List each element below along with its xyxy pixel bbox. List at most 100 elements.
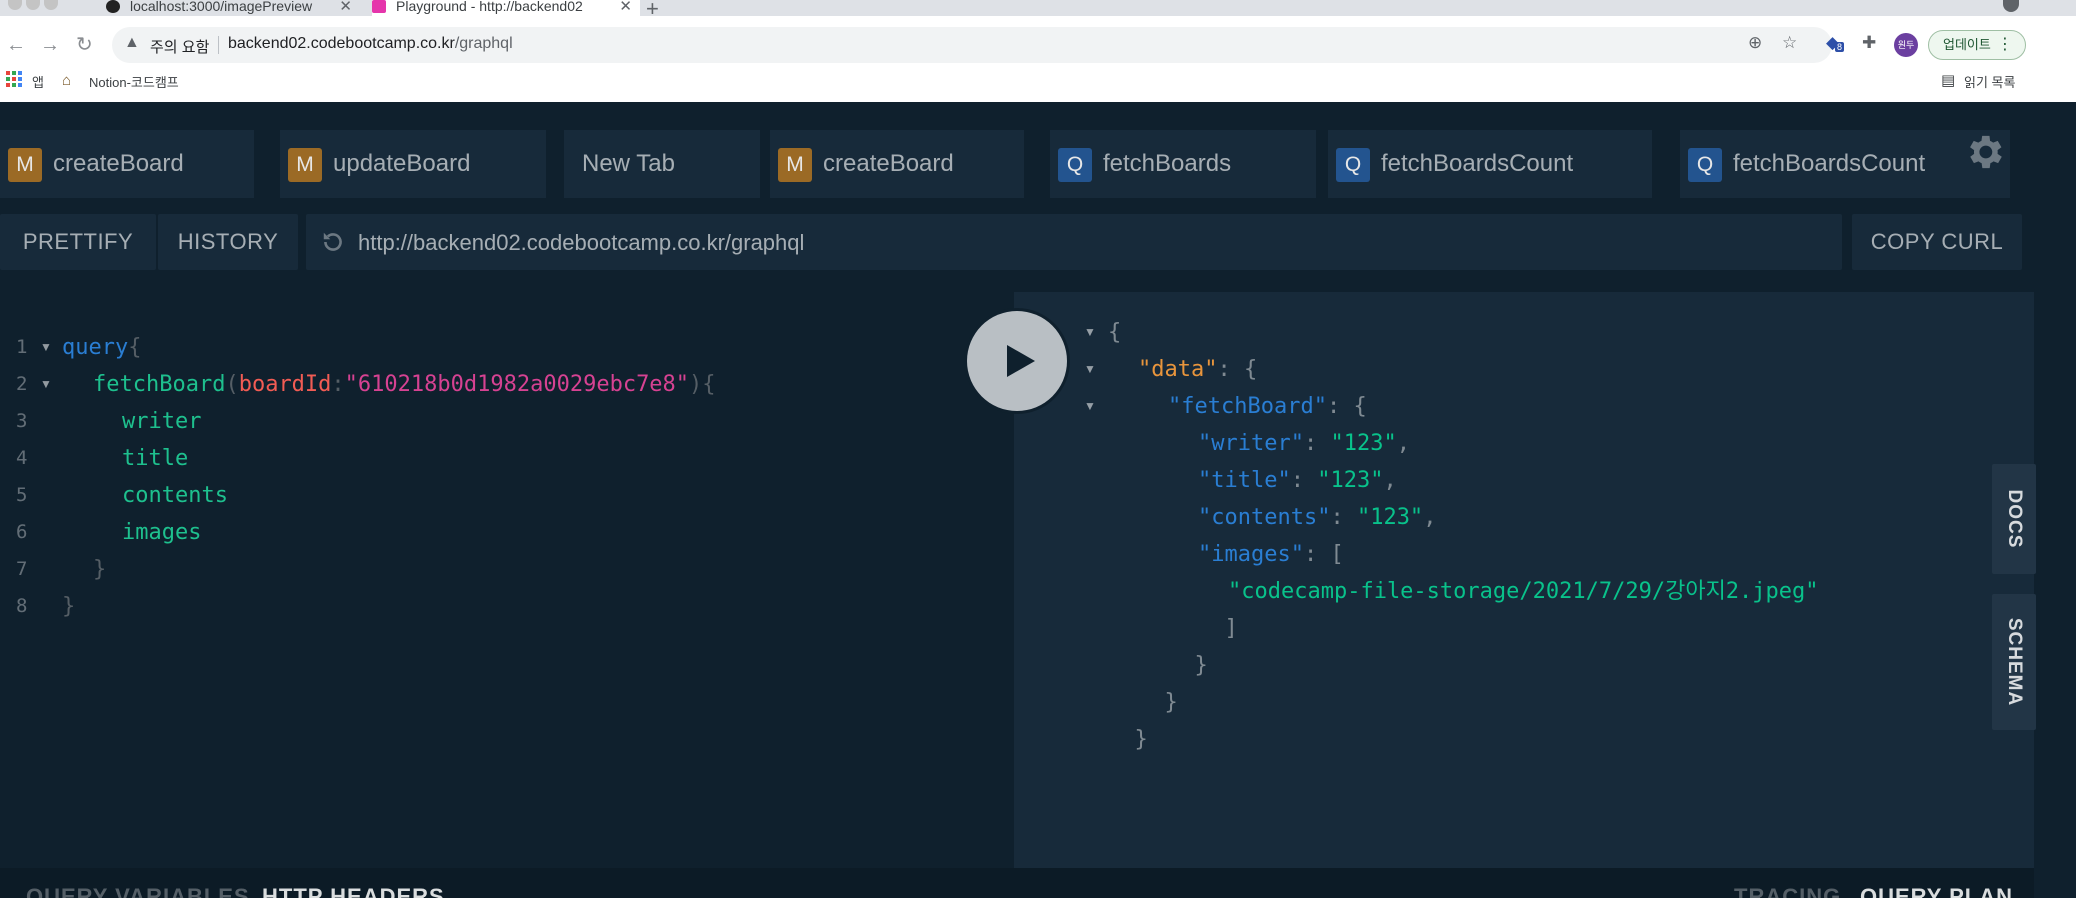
- apps-grid-icon[interactable]: [6, 71, 22, 87]
- playground-tab-label: updateBoard: [333, 150, 471, 177]
- json-line: "data": {: [1138, 357, 1258, 382]
- browser-tab-image-preview[interactable]: localhost:3000/imagePreview ✕: [106, 0, 360, 16]
- playground-tab[interactable]: Q fetchBoardsCount: [1328, 130, 1652, 198]
- code-line: fetchBoard(boardId:"610218b0d1982a0029eb…: [93, 372, 716, 397]
- line-number: 3: [16, 410, 28, 432]
- extension-stack-icon[interactable]: ◆ 8: [1826, 33, 1845, 53]
- schema-side-tab[interactable]: SCHEMA: [1992, 594, 2036, 730]
- window-minimize-control[interactable]: [26, 0, 40, 10]
- bookmark-notion[interactable]: Notion-코드캠프: [89, 72, 179, 91]
- line-number: 1: [16, 336, 28, 358]
- json-value: "123": [1356, 505, 1424, 530]
- code-line: query{: [62, 335, 142, 360]
- profile-avatar[interactable]: 원두: [1894, 33, 1918, 57]
- tab-search-icon[interactable]: [2003, 0, 2019, 12]
- json-line: "writer": "123",: [1198, 431, 1410, 456]
- result-viewer: ▼ ▼ ▼ { "data": { "fetchBoard": { "write…: [1014, 292, 2034, 868]
- json-bracket: ]: [1198, 616, 1238, 641]
- window-zoom-control[interactable]: [44, 0, 58, 10]
- copy-curl-button[interactable]: COPY CURL: [1852, 214, 2022, 270]
- docs-side-tab[interactable]: DOCS: [1992, 464, 2036, 574]
- docs-label: DOCS: [2004, 489, 2025, 549]
- forward-arrow-icon[interactable]: →: [40, 26, 60, 64]
- playground-tab-label: fetchBoards: [1103, 150, 1232, 177]
- playground-tab[interactable]: New Tab: [564, 130, 760, 198]
- fold-arrow-icon[interactable]: ▼: [1084, 388, 1096, 425]
- update-button[interactable]: 업데이트 ⋮: [1928, 30, 2026, 60]
- query-field: contents: [122, 483, 228, 508]
- playground-tab[interactable]: Q fetchBoardsCount: [1680, 130, 2010, 198]
- operation-name: fetchBoard: [93, 372, 226, 397]
- warning-triangle-icon[interactable]: ▲: [124, 34, 140, 52]
- graphql-favicon-icon: [372, 0, 386, 13]
- navigation-bar: ← → ↻ ▲ 주의 요함 backend02.codebootcamp.co.…: [0, 26, 2076, 64]
- query-badge: Q: [1336, 148, 1370, 182]
- bookmark-apps[interactable]: 앱: [32, 72, 44, 91]
- new-tab-button[interactable]: +: [646, 0, 659, 22]
- playground-tab[interactable]: Q fetchBoards: [1050, 130, 1316, 198]
- playground-tab-label: fetchBoardsCount: [1381, 150, 1574, 177]
- playground-tab[interactable]: M createBoard: [770, 130, 1024, 198]
- update-button-label: 업데이트: [1943, 37, 1991, 52]
- bookmarks-bar: 앱 ⌂ Notion-코드캠프 ▤ 읽기 목록: [0, 68, 2076, 94]
- code-line: }: [93, 557, 107, 582]
- mutation-badge: M: [778, 148, 812, 182]
- fold-arrow-icon[interactable]: ▼: [40, 329, 52, 366]
- endpoint-url[interactable]: http://backend02.codebootcamp.co.kr/grap…: [358, 230, 804, 256]
- close-tab-icon[interactable]: ✕: [619, 0, 632, 14]
- security-warning-label[interactable]: 주의 요함: [150, 36, 209, 57]
- window-close-control[interactable]: [8, 0, 22, 10]
- zoom-icon[interactable]: ⊕: [1748, 33, 1762, 53]
- mutation-badge: M: [288, 148, 322, 182]
- vercel-favicon-icon: [106, 0, 120, 13]
- reading-list-icon[interactable]: ▤: [1941, 71, 1955, 89]
- query-variables-tab[interactable]: QUERY VARIABLES: [26, 884, 250, 898]
- close-tab-icon[interactable]: ✕: [339, 0, 352, 14]
- argument-name: boardId: [238, 372, 332, 397]
- json-line: "images": [: [1198, 542, 1344, 567]
- extension-badge: 8: [1835, 42, 1845, 52]
- json-line: "title": "123",: [1198, 468, 1397, 493]
- line-number: 4: [16, 447, 28, 469]
- fold-arrow-icon[interactable]: ▼: [40, 366, 52, 403]
- line-number: 8: [16, 595, 28, 617]
- url-text[interactable]: backend02.codebootcamp.co.kr/graphql: [228, 35, 513, 53]
- http-headers-tab[interactable]: HTTP HEADERS: [262, 884, 445, 898]
- query-plan-tab[interactable]: QUERY PLAN: [1860, 884, 2013, 898]
- endpoint-input[interactable]: http://backend02.codebootcamp.co.kr/grap…: [306, 214, 1842, 270]
- refresh-schema-icon[interactable]: [320, 229, 346, 255]
- more-menu-icon[interactable]: ⋮: [1997, 31, 2013, 59]
- tracing-tab[interactable]: TRACING: [1734, 884, 1841, 898]
- back-arrow-icon[interactable]: ←: [6, 26, 26, 64]
- bookmark-star-icon[interactable]: ☆: [1782, 33, 1797, 53]
- json-brace: {: [1108, 320, 1122, 345]
- execute-query-button[interactable]: [964, 308, 1070, 414]
- address-bar[interactable]: ▲ 주의 요함 backend02.codebootcamp.co.kr/gra…: [112, 27, 1832, 63]
- query-editor[interactable]: 1 2 3 4 5 6 7 8 ▼ ▼ query{ fetchBoard(bo…: [0, 292, 1014, 868]
- settings-gear-icon[interactable]: [1962, 130, 2006, 174]
- playground-toolbar: PRETTIFY HISTORY http://backend02.codebo…: [0, 214, 2040, 270]
- browser-tab-playground[interactable]: Playground - http://backend02 ✕: [372, 0, 640, 16]
- extensions-puzzle-icon[interactable]: ✚: [1862, 33, 1876, 53]
- playground-tab[interactable]: M updateBoard: [280, 130, 546, 198]
- reading-list-label[interactable]: 읽기 목록: [1964, 72, 2015, 91]
- query-field: title: [122, 446, 189, 471]
- history-button[interactable]: HISTORY: [158, 214, 298, 270]
- prettify-button[interactable]: PRETTIFY: [0, 214, 156, 270]
- json-key: "images": [1198, 542, 1304, 567]
- schema-label: SCHEMA: [2004, 617, 2025, 707]
- json-brace: }: [1138, 690, 1178, 715]
- json-value: "123": [1330, 431, 1397, 456]
- query-badge: Q: [1688, 148, 1722, 182]
- json-line: "fetchBoard": {: [1168, 394, 1367, 419]
- json-brace: }: [1168, 653, 1208, 678]
- playground-tab[interactable]: M createBoard: [0, 130, 254, 198]
- browser-tab-strip: localhost:3000/imagePreview ✕ Playground…: [0, 0, 2076, 21]
- query-badge: Q: [1058, 148, 1092, 182]
- reload-icon[interactable]: ↻: [76, 26, 93, 64]
- fold-arrow-icon[interactable]: ▼: [1084, 314, 1096, 351]
- browser-chrome: localhost:3000/imagePreview ✕ Playground…: [0, 0, 2076, 102]
- line-number: 5: [16, 484, 28, 506]
- playground-tab-label: createBoard: [823, 150, 954, 177]
- fold-arrow-icon[interactable]: ▼: [1084, 351, 1096, 388]
